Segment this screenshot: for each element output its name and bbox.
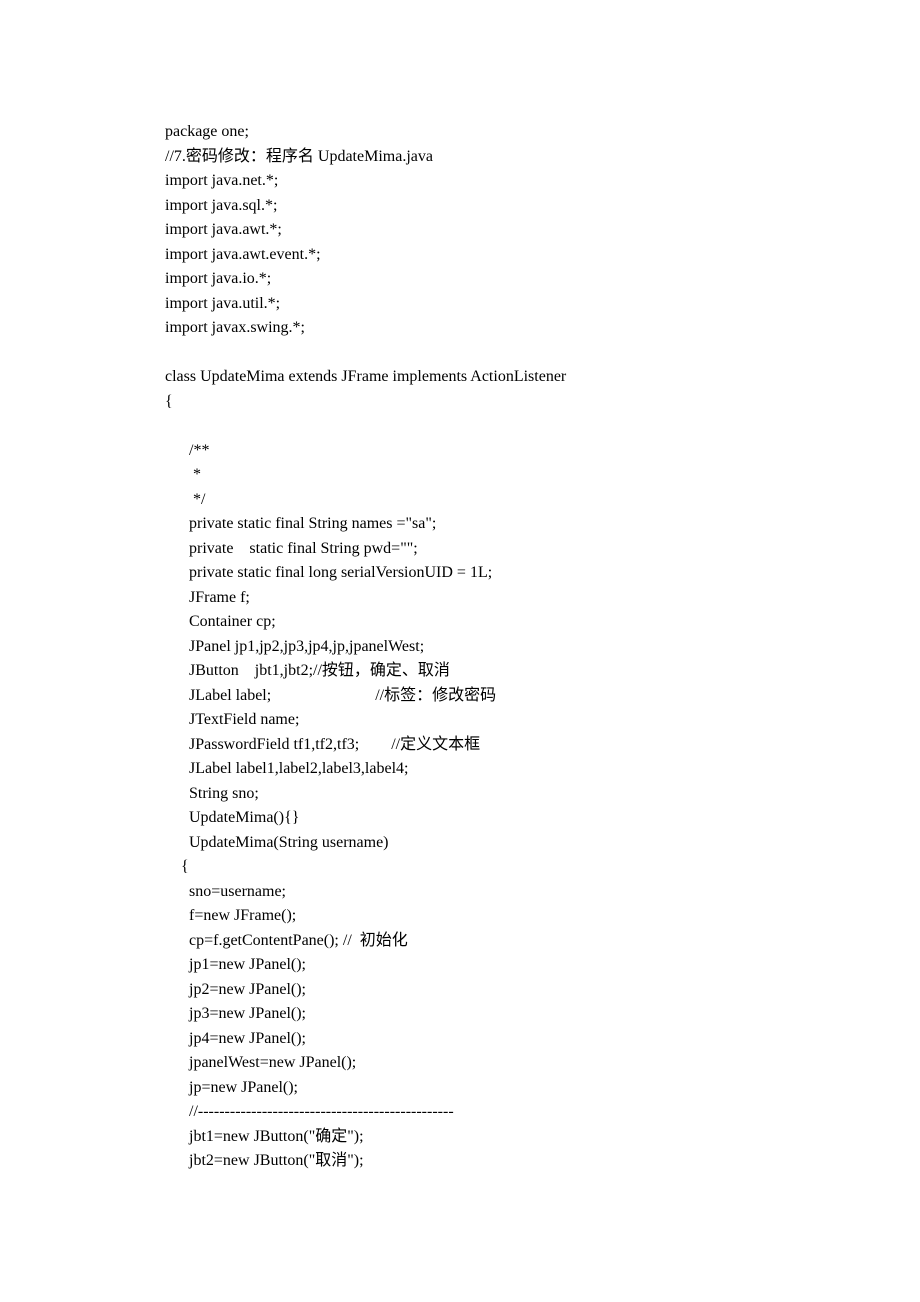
code-line: JTextField name;	[165, 708, 755, 733]
code-line: String sno;	[165, 782, 755, 807]
code-line: /**	[165, 439, 755, 464]
code-line: JFrame f;	[165, 586, 755, 611]
code-line: UpdateMima(String username)	[165, 831, 755, 856]
code-line: jp=new JPanel();	[165, 1076, 755, 1101]
code-line: import javax.swing.*;	[165, 316, 755, 341]
code-line: jpanelWest=new JPanel();	[165, 1051, 755, 1076]
code-line: import java.io.*;	[165, 267, 755, 292]
code-line: UpdateMima(){}	[165, 806, 755, 831]
code-line: jp4=new JPanel();	[165, 1027, 755, 1052]
code-line: jp3=new JPanel();	[165, 1002, 755, 1027]
code-line: sno=username;	[165, 880, 755, 905]
code-line: JLabel label1,label2,label3,label4;	[165, 757, 755, 782]
code-line: JPanel jp1,jp2,jp3,jp4,jp,jpanelWest;	[165, 635, 755, 660]
code-line	[165, 414, 755, 439]
code-line: {	[165, 390, 755, 415]
code-line: class UpdateMima extends JFrame implemen…	[165, 365, 755, 390]
code-line: private static final long serialVersionU…	[165, 561, 755, 586]
code-line: jp1=new JPanel();	[165, 953, 755, 978]
code-line: cp=f.getContentPane(); // 初始化	[165, 929, 755, 954]
document-page: package one;//7.密码修改：程序名 UpdateMima.java…	[0, 0, 920, 1302]
code-line: JPasswordField tf1,tf2,tf3; //定义文本框	[165, 733, 755, 758]
code-block: package one;//7.密码修改：程序名 UpdateMima.java…	[165, 120, 755, 1174]
code-line: private static final String names ="sa";	[165, 512, 755, 537]
code-line: JButton jbt1,jbt2;//按钮，确定、取消	[165, 659, 755, 684]
code-line: private static final String pwd="";	[165, 537, 755, 562]
code-line: import java.awt.event.*;	[165, 243, 755, 268]
code-line: import java.sql.*;	[165, 194, 755, 219]
code-line: jp2=new JPanel();	[165, 978, 755, 1003]
code-line: f=new JFrame();	[165, 904, 755, 929]
code-line: import java.awt.*;	[165, 218, 755, 243]
code-line: */	[165, 488, 755, 513]
code-line: //--------------------------------------…	[165, 1100, 755, 1125]
code-line: *	[165, 463, 755, 488]
code-line: JLabel label; //标签：修改密码	[165, 684, 755, 709]
code-line: //7.密码修改：程序名 UpdateMima.java	[165, 145, 755, 170]
code-line: Container cp;	[165, 610, 755, 635]
code-line: {	[165, 855, 755, 880]
code-line: jbt1=new JButton("确定");	[165, 1125, 755, 1150]
code-line: jbt2=new JButton("取消");	[165, 1149, 755, 1174]
code-line: import java.util.*;	[165, 292, 755, 317]
code-line	[165, 341, 755, 366]
code-line: package one;	[165, 120, 755, 145]
code-line: import java.net.*;	[165, 169, 755, 194]
